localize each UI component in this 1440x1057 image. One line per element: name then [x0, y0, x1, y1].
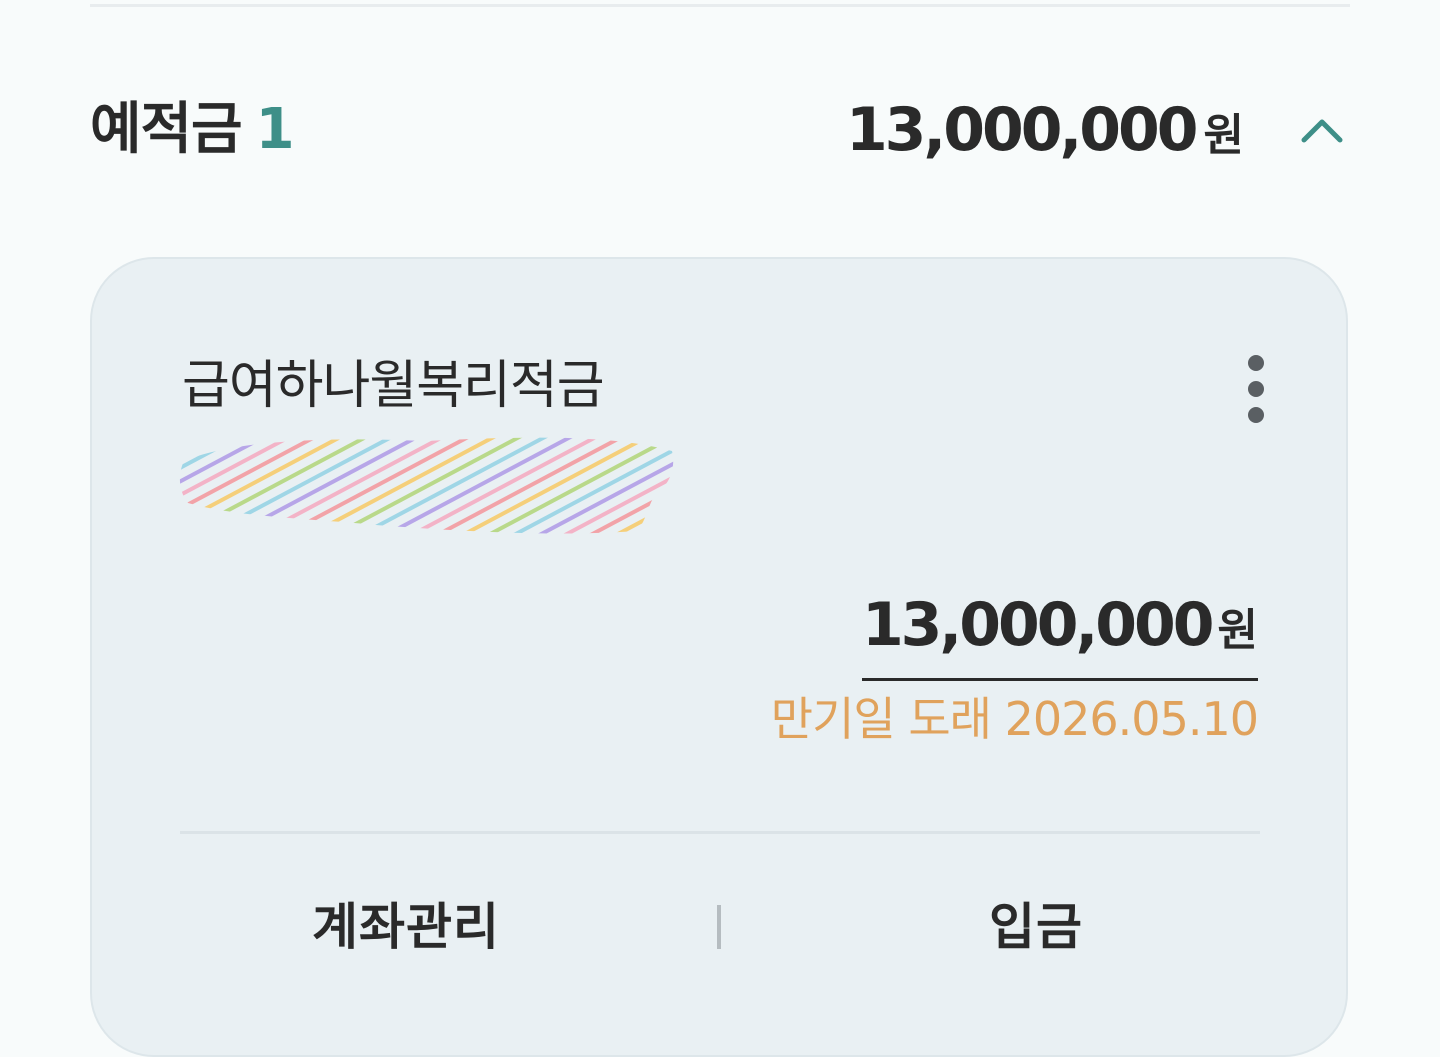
section-title: 예적금 1: [90, 90, 295, 170]
savings-section-header[interactable]: 예적금 1 13,000,000 원: [90, 90, 1350, 170]
action-separator: [717, 905, 721, 949]
product-name: 급여하나월복리적금: [182, 356, 605, 416]
section-total-amount: 13,000,000: [845, 95, 1199, 165]
section-total-unit: 원: [1203, 110, 1244, 161]
card-divider: [180, 831, 1260, 834]
section-title-label: 예적금: [90, 97, 243, 162]
maturity-notice: 만기일 도래 2026.05.10: [770, 692, 1259, 746]
top-divider: [90, 4, 1350, 7]
deposit-button[interactable]: 입금: [766, 885, 1306, 969]
account-manage-button[interactable]: 계좌관리: [136, 885, 676, 969]
section-count: 1: [255, 97, 295, 162]
balance[interactable]: 13,000,000 원: [861, 589, 1258, 681]
more-vertical-icon[interactable]: [1236, 355, 1276, 431]
account-card: 급여하나월복리적금 13,000,000원 만기일 도래 2026.05.10: [90, 257, 1348, 1057]
account-number-redaction: [176, 427, 676, 539]
balance-amount: 13,000,000: [861, 590, 1215, 660]
section-total: 13,000,000 원: [846, 90, 1244, 185]
balance-unit: 원: [1217, 605, 1258, 656]
chevron-up-icon[interactable]: [1294, 104, 1350, 156]
